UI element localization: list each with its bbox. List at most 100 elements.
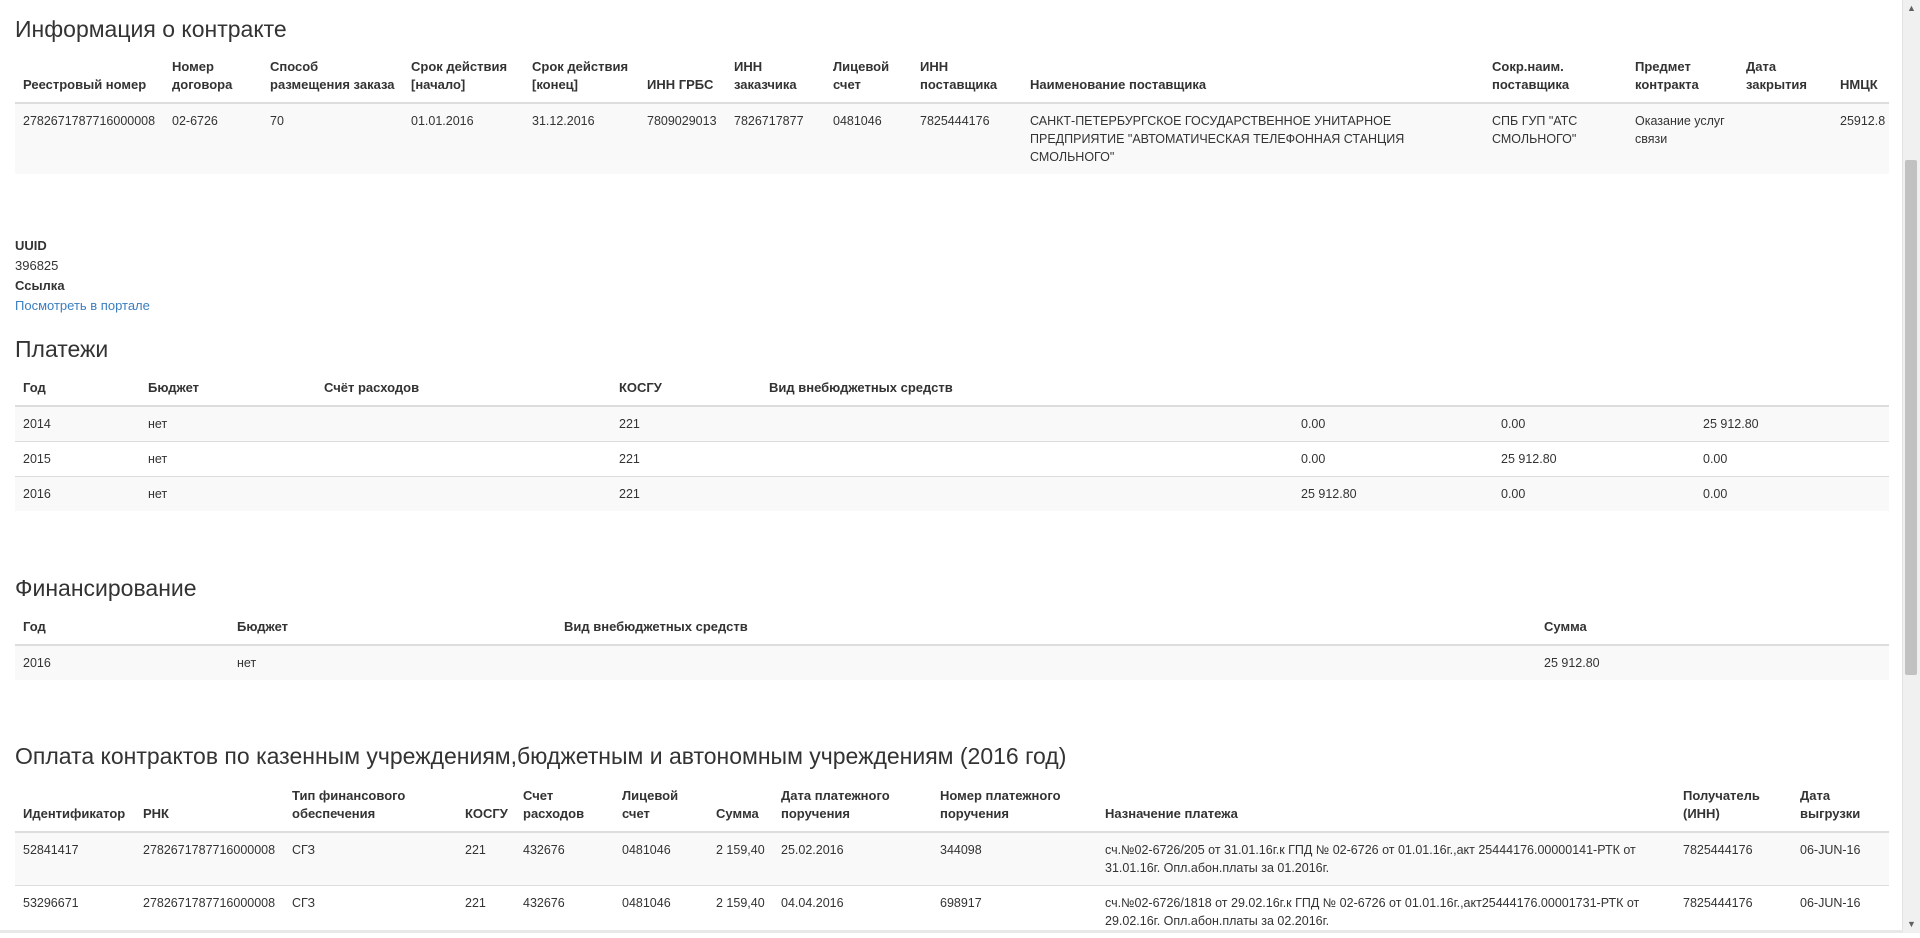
- cell-offbudget-type: [761, 477, 1293, 512]
- contract-meta: UUID 396825 Ссылка Посмотреть в портале: [15, 236, 150, 316]
- cell-kosgu: 221: [457, 832, 515, 886]
- cell-sum: 2 159,40: [708, 832, 773, 886]
- cell-inn-customer: 7826717877: [726, 103, 825, 174]
- cell-rnk: 2782671787716000008: [135, 832, 284, 886]
- col-export-date: Дата выгрузки: [1792, 783, 1889, 832]
- cell-export-date: 06-JUN-16: [1792, 832, 1889, 886]
- col-contract-number: Номер договора: [164, 54, 262, 103]
- payments-section-title: Платежи: [15, 336, 108, 362]
- cell-year: 2015: [15, 442, 140, 477]
- cell-year: 2014: [15, 406, 140, 442]
- cell-recipient-inn: 7825444176: [1675, 832, 1792, 886]
- col-payment-purpose: Назначение платежа: [1097, 783, 1675, 832]
- col-year: Год: [15, 614, 229, 645]
- cell-amount-1: 0.00: [1293, 442, 1493, 477]
- col-personal-account: Лицевой счет: [614, 783, 708, 832]
- cell-amount-2: 0.00: [1493, 406, 1695, 442]
- cell-kosgu: 221: [611, 477, 761, 512]
- cell-supplier-short-name: СПБ ГУП "АТС СМОЛЬНОГО": [1484, 103, 1627, 174]
- cell-kosgu: 221: [611, 406, 761, 442]
- contract-header-row: Реестровый номер Номер договора Способ р…: [15, 54, 1889, 103]
- cell-amount-3: 0.00: [1695, 477, 1889, 512]
- cell-payment-order-date: 25.02.2016: [773, 832, 932, 886]
- col-finance-type: Тип финансового обеспечения: [284, 783, 457, 832]
- col-inn-grbs: ИНН ГРБС: [639, 54, 726, 103]
- vertical-scrollbar[interactable]: ▲ ▼: [1902, 0, 1920, 933]
- col-recipient-inn: Получатель (ИНН): [1675, 783, 1792, 832]
- cell-placement-method: 70: [262, 103, 403, 174]
- cell-expense-account: [316, 442, 611, 477]
- contract-table: Реестровый номер Номер договора Способ р…: [15, 54, 1889, 174]
- cell-expense-account: 432676: [515, 832, 614, 886]
- col-inn-supplier: ИНН поставщика: [912, 54, 1022, 103]
- cell-personal-account: 0481046: [614, 832, 708, 886]
- col-amount-3: [1695, 375, 1889, 406]
- col-kosgu: КОСГУ: [457, 783, 515, 832]
- cell-registry-number: 2782671787716000008: [15, 103, 164, 174]
- cell-year: 2016: [15, 645, 229, 680]
- cell-contract-number: 02-6726: [164, 103, 262, 174]
- col-year: Год: [15, 375, 140, 406]
- table-row: 2016 нет 221 25 912.80 0.00 0.00: [15, 477, 1889, 512]
- col-offbudget-type: Вид внебюджетных средств: [761, 375, 1293, 406]
- link-label: Ссылка: [15, 276, 150, 296]
- col-start-date: Срок действия [начало]: [403, 54, 524, 103]
- cell-expense-account: [316, 406, 611, 442]
- cell-nmck: 25912.8: [1832, 103, 1889, 174]
- contract-payments-section-title: Оплата контрактов по казенным учреждения…: [15, 743, 1066, 769]
- table-row: 2782671787716000008 02-6726 70 01.01.201…: [15, 103, 1889, 174]
- cell-amount-1: 0.00: [1293, 406, 1493, 442]
- cell-finance-type: СГЗ: [284, 832, 457, 886]
- col-budget: Бюджет: [229, 614, 556, 645]
- col-offbudget-type: Вид внебюджетных средств: [556, 614, 1536, 645]
- financing-header-row: Год Бюджет Вид внебюджетных средств Сумм…: [15, 614, 1889, 645]
- col-contract-subject: Предмет контракта: [1627, 54, 1738, 103]
- col-expense-account: Счет расходов: [515, 783, 614, 832]
- table-row: 2016 нет 25 912.80: [15, 645, 1889, 680]
- col-supplier-name: Наименование поставщика: [1022, 54, 1484, 103]
- payments-table: Год Бюджет Счёт расходов КОСГУ Вид внебю…: [15, 375, 1889, 511]
- cell-budget: нет: [140, 406, 316, 442]
- cell-account: 0481046: [825, 103, 912, 174]
- cell-budget: нет: [229, 645, 556, 680]
- col-placement-method: Способ размещения заказа: [262, 54, 403, 103]
- cell-amount-2: 25 912.80: [1493, 442, 1695, 477]
- col-payment-order-number: Номер платежного поручения: [932, 783, 1097, 832]
- contract-payments-header-row: Идентификатор РНК Тип финансового обеспе…: [15, 783, 1889, 832]
- table-row: 52841417 2782671787716000008 СГЗ 221 432…: [15, 832, 1889, 886]
- cell-inn-grbs: 7809029013: [639, 103, 726, 174]
- col-supplier-short-name: Сокр.наим. поставщика: [1484, 54, 1627, 103]
- col-close-date: Дата закрытия: [1738, 54, 1832, 103]
- cell-close-date: [1738, 103, 1832, 174]
- cell-supplier-name: САНКТ-ПЕТЕРБУРГСКОЕ ГОСУДАРСТВЕННОЕ УНИТ…: [1022, 103, 1484, 174]
- col-inn-customer: ИНН заказчика: [726, 54, 825, 103]
- cell-contract-subject: Оказание услуг связи: [1627, 103, 1738, 174]
- cell-offbudget-type: [761, 406, 1293, 442]
- cell-payment-purpose: сч.№02-6726/205 от 31.01.16г.к ГПД № 02-…: [1097, 832, 1675, 886]
- contract-section-title: Информация о контракте: [15, 16, 287, 42]
- cell-offbudget-type: [761, 442, 1293, 477]
- payments-header-row: Год Бюджет Счёт расходов КОСГУ Вид внебю…: [15, 375, 1889, 406]
- cell-year: 2016: [15, 477, 140, 512]
- col-expense-account: Счёт расходов: [316, 375, 611, 406]
- cell-budget: нет: [140, 442, 316, 477]
- col-budget: Бюджет: [140, 375, 316, 406]
- col-nmck: НМЦК: [1832, 54, 1889, 103]
- col-amount-2: [1493, 375, 1695, 406]
- triangle-up-icon[interactable]: ▲: [1903, 0, 1920, 17]
- table-row: 2015 нет 221 0.00 25 912.80 0.00: [15, 442, 1889, 477]
- col-sum: Сумма: [1536, 614, 1889, 645]
- col-amount-1: [1293, 375, 1493, 406]
- contract-payments-table: Идентификатор РНК Тип финансового обеспе…: [15, 783, 1889, 938]
- cell-offbudget-type: [556, 645, 1536, 680]
- scrollbar-thumb[interactable]: [1905, 160, 1917, 675]
- financing-table: Год Бюджет Вид внебюджетных средств Сумм…: [15, 614, 1889, 680]
- triangle-down-icon[interactable]: ▼: [1903, 916, 1920, 933]
- cell-inn-supplier: 7825444176: [912, 103, 1022, 174]
- financing-section-title: Финансирование: [15, 575, 197, 601]
- portal-link[interactable]: Посмотреть в портале: [15, 298, 150, 313]
- col-account: Лицевой счет: [825, 54, 912, 103]
- col-identifier: Идентификатор: [15, 783, 135, 832]
- cell-kosgu: 221: [611, 442, 761, 477]
- col-registry-number: Реестровый номер: [15, 54, 164, 103]
